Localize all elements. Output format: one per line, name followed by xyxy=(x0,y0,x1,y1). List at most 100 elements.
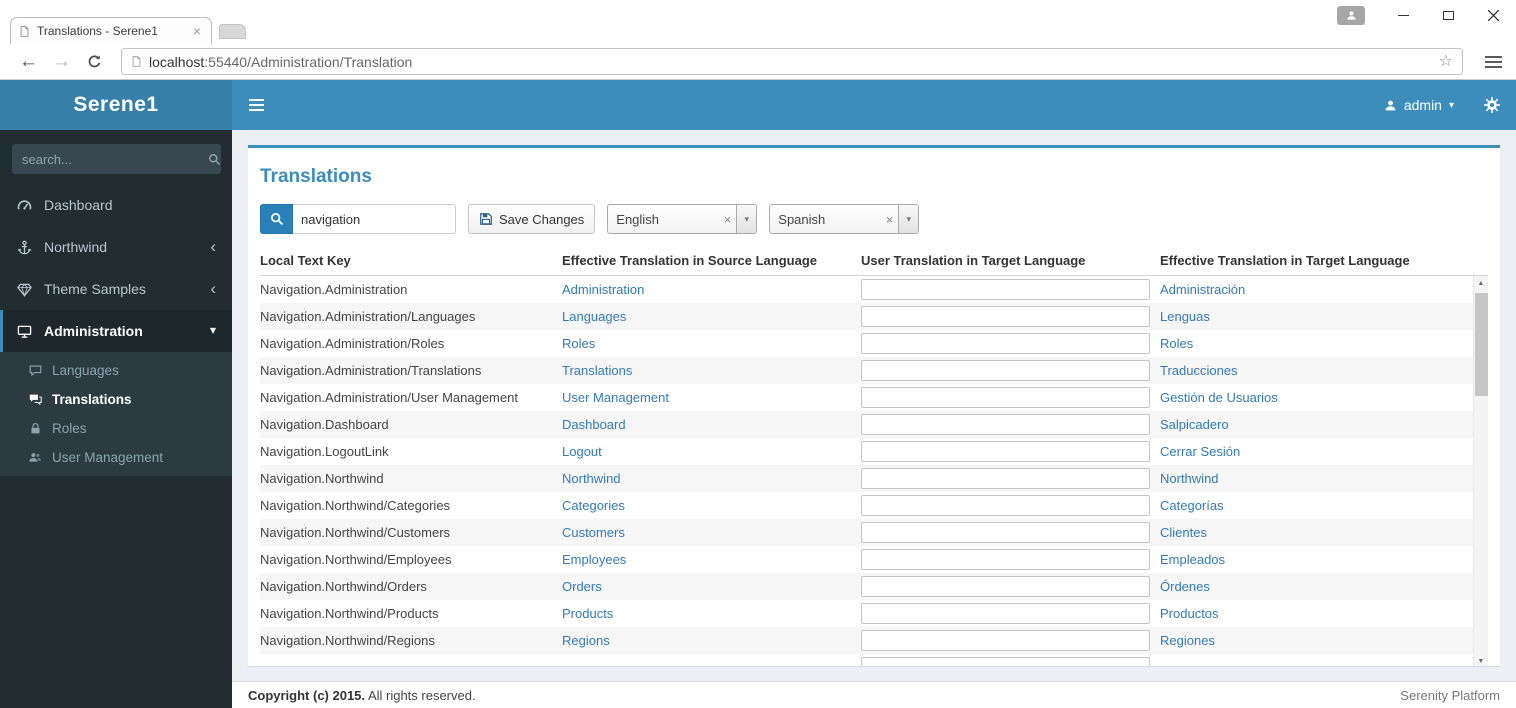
sidebar-item-administration[interactable]: Administration ▾ xyxy=(0,310,232,352)
sidebar-item-translations[interactable]: Translations xyxy=(0,385,232,414)
target-translation-text[interactable]: Salpicadero xyxy=(1160,417,1473,432)
source-translation-text[interactable]: Orders xyxy=(562,579,861,594)
scrollbar-thumb[interactable] xyxy=(1475,293,1488,396)
address-bar[interactable]: localhost:55440/Administration/Translati… xyxy=(121,48,1463,75)
scroll-down-icon[interactable]: ▼ xyxy=(1474,654,1488,666)
target-translation-text[interactable]: Roles xyxy=(1160,336,1473,351)
user-translation-input[interactable] xyxy=(861,522,1150,543)
table-row: Navigation.Administration/User Managemen… xyxy=(260,384,1473,411)
source-translation-text[interactable]: Categories xyxy=(562,498,861,513)
column-header-local-text-key[interactable]: Local Text Key xyxy=(260,253,562,268)
target-translation-text[interactable]: Categorías xyxy=(1160,498,1473,513)
user-translation-input[interactable] xyxy=(861,414,1150,435)
clear-icon[interactable]: × xyxy=(719,212,737,227)
user-translation-input[interactable] xyxy=(861,549,1150,570)
local-text-key: Navigation.Northwind/Customers xyxy=(260,525,451,540)
column-header-user-translation[interactable]: User Translation in Target Language xyxy=(861,253,1160,268)
table-row: Navigation.Northwind/Employees Employees… xyxy=(260,546,1473,573)
user-translation-input[interactable] xyxy=(861,657,1150,666)
local-text-key: Navigation.Northwind/Employees xyxy=(260,552,452,567)
target-translation-text[interactable]: Traducciones xyxy=(1160,363,1473,378)
back-button[interactable]: ← xyxy=(19,52,38,71)
source-translation-text[interactable]: Roles xyxy=(562,336,861,351)
user-translation-input[interactable] xyxy=(861,387,1150,408)
target-language-select[interactable]: Spanish × ▾ xyxy=(769,204,920,234)
search-button[interactable] xyxy=(260,204,293,234)
target-translation-text[interactable]: Clientes xyxy=(1160,525,1473,540)
sidebar-item-languages[interactable]: Languages xyxy=(0,356,232,385)
browser-profile-button[interactable] xyxy=(1337,6,1365,25)
clear-icon[interactable]: × xyxy=(881,212,899,227)
user-translation-input[interactable] xyxy=(861,333,1150,354)
target-translation-text[interactable]: Northwind xyxy=(1160,471,1473,486)
user-translation-input[interactable] xyxy=(861,603,1150,624)
target-translation-text[interactable]: Productos xyxy=(1160,606,1473,621)
target-translation-text[interactable]: Regiones xyxy=(1160,633,1473,648)
user-translation-input[interactable] xyxy=(861,306,1150,327)
user-translation-input[interactable] xyxy=(861,576,1150,597)
user-translation-cell xyxy=(861,387,1160,408)
grid-scrollbar[interactable]: ▲ ▼ xyxy=(1473,276,1488,666)
user-translation-input[interactable] xyxy=(861,441,1150,462)
column-header-target-translation[interactable]: Effective Translation in Target Language xyxy=(1160,253,1473,268)
sidebar-item-user-management[interactable]: User Management xyxy=(0,443,232,472)
forward-button[interactable]: → xyxy=(52,52,71,71)
user-translation-input[interactable] xyxy=(861,360,1150,381)
target-translation-text[interactable]: Empleados xyxy=(1160,552,1473,567)
source-translation-text[interactable]: Dashboard xyxy=(562,417,861,432)
new-tab-button[interactable] xyxy=(219,24,246,39)
target-translation-text[interactable]: Administración xyxy=(1160,282,1473,297)
source-translation-text[interactable]: Employees xyxy=(562,552,861,567)
source-translation-text[interactable]: Translations xyxy=(562,363,861,378)
minimize-button[interactable] xyxy=(1381,1,1426,31)
target-translation-text[interactable]: Órdenes xyxy=(1160,579,1473,594)
source-translation-text[interactable]: Customers xyxy=(562,525,861,540)
sidebar-item-theme-samples[interactable]: Theme Samples ‹ xyxy=(0,268,232,310)
close-button[interactable] xyxy=(1471,1,1516,31)
browser-menu-icon[interactable] xyxy=(1483,52,1504,72)
bookmark-star-icon[interactable]: ☆ xyxy=(1439,53,1453,70)
source-translation-text[interactable]: Northwind xyxy=(562,471,861,486)
target-translation-text[interactable]: Gestión de Usuarios xyxy=(1160,390,1473,405)
user-translation-input[interactable] xyxy=(861,495,1150,516)
source-translation-text[interactable]: Regions xyxy=(562,633,861,648)
source-translation-text[interactable]: Products xyxy=(562,606,861,621)
reload-button[interactable] xyxy=(87,54,102,69)
sidebar-search-button[interactable] xyxy=(208,144,221,174)
local-text-key: Navigation.LogoutLink xyxy=(260,444,389,459)
user-translation-input[interactable] xyxy=(861,279,1150,300)
local-text-key: Navigation.Northwind/Orders xyxy=(260,579,427,594)
sidebar-toggle-icon[interactable] xyxy=(232,80,280,130)
grid-body: Navigation.Administration Administration… xyxy=(260,276,1488,666)
save-changes-button[interactable]: Save Changes xyxy=(468,204,596,234)
source-translation-text[interactable]: Logout xyxy=(562,444,861,459)
source-translation-text[interactable]: User Management xyxy=(562,390,861,405)
target-translation-text[interactable]: Cerrar Sesión xyxy=(1160,444,1473,459)
tab-close-icon[interactable]: × xyxy=(191,24,203,38)
sidebar-item-dashboard[interactable]: Dashboard xyxy=(0,184,232,226)
maximize-button[interactable] xyxy=(1426,1,1471,31)
dropdown-caret-icon[interactable]: ▾ xyxy=(898,205,919,233)
source-language-select[interactable]: English × ▾ xyxy=(607,204,758,234)
source-translation-text[interactable]: Languages xyxy=(562,309,861,324)
sidebar-item-northwind[interactable]: Northwind ‹ xyxy=(0,226,232,268)
browser-tab[interactable]: Translations - Serene1 × xyxy=(10,17,212,44)
source-translation-text[interactable]: Administration xyxy=(562,282,861,297)
scroll-up-icon[interactable]: ▲ xyxy=(1474,276,1488,291)
target-translation-text[interactable]: Lenguas xyxy=(1160,309,1473,324)
sidebar-item-roles[interactable]: Roles xyxy=(0,414,232,443)
table-row: Navigation.Northwind/Customers Customers… xyxy=(260,519,1473,546)
user-menu[interactable]: admin ▾ xyxy=(1370,80,1468,130)
column-header-source-translation[interactable]: Effective Translation in Source Language xyxy=(562,253,861,268)
sidebar-search-input[interactable] xyxy=(12,144,208,174)
user-translation-input[interactable] xyxy=(861,468,1150,489)
user-translation-input[interactable] xyxy=(861,630,1150,651)
users-icon xyxy=(27,451,43,464)
save-icon xyxy=(480,213,492,225)
search-input[interactable] xyxy=(293,204,456,234)
search-icon xyxy=(270,213,283,226)
user-translation-cell xyxy=(861,522,1160,543)
brand-logo[interactable]: Serene1 xyxy=(0,80,232,130)
dropdown-caret-icon[interactable]: ▾ xyxy=(736,205,757,233)
settings-button[interactable] xyxy=(1468,80,1516,130)
